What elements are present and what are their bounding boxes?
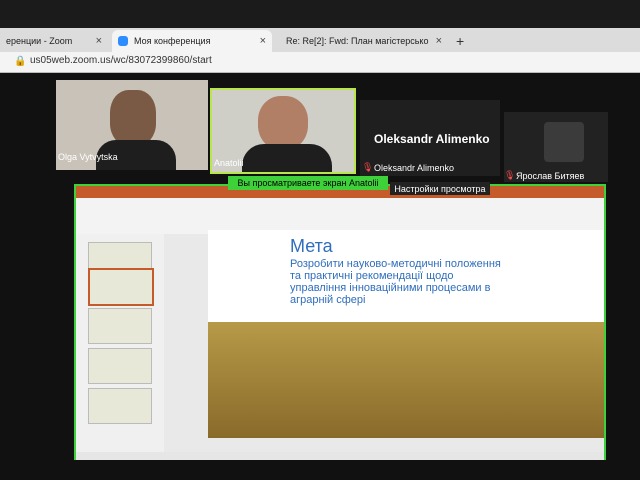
tab-conference[interactable]: Моя конференция × — [112, 30, 272, 52]
muted-mic-icon: 🎙 — [504, 170, 516, 180]
ppt-status-bar — [76, 452, 604, 460]
participant-tile[interactable]: 🎙 Ярослав Битяев — [504, 112, 608, 182]
participant-name: Anatolii — [214, 158, 244, 168]
participant-name: Ярослав Битяев — [516, 171, 585, 181]
participant-video — [258, 96, 308, 150]
slide-title: Мета — [290, 236, 333, 256]
view-settings-button[interactable]: Настройки просмотра — [390, 182, 490, 195]
slide-thumbnail[interactable] — [88, 348, 152, 384]
wheat-field-image — [208, 322, 604, 438]
participant-tile-active[interactable]: Anatolii — [210, 88, 356, 174]
muted-mic-icon: 🎙 — [362, 162, 374, 172]
tab-zoom[interactable]: еренции - Zoom × — [0, 30, 108, 52]
tab-label: еренции - Zoom — [6, 36, 73, 46]
tab-label: Моя конференция — [134, 36, 211, 46]
url-text[interactable]: us05web.zoom.us/wc/83072399860/start — [30, 55, 212, 66]
slide-body-text: Розробити науково-методичні положення та… — [290, 258, 501, 306]
participant-name: Olga Vytvytska — [58, 152, 118, 162]
close-icon[interactable]: × — [260, 35, 266, 47]
participant-display-name: Oleksandr Alimenko — [374, 132, 490, 146]
slide-thumbnail[interactable] — [88, 388, 152, 424]
participant-video — [242, 144, 332, 172]
zoom-icon — [118, 36, 128, 46]
slide-thumbnail[interactable] — [88, 308, 152, 344]
participant-video — [544, 122, 584, 162]
close-icon[interactable]: × — [436, 35, 442, 47]
close-icon[interactable]: × — [96, 35, 102, 47]
participant-tile[interactable]: Oleksandr Alimenko 🎙 Oleksandr Alimenko — [360, 100, 500, 176]
participant-video — [110, 90, 156, 146]
share-banner: Вы просматриваете экран Anatolii — [228, 176, 388, 190]
participant-name: Oleksandr Alimenko — [374, 163, 455, 173]
lock-icon: 🔒 — [14, 56, 27, 67]
new-tab-icon[interactable]: + — [456, 33, 464, 49]
participant-tile[interactable]: Olga Vytvytska — [56, 80, 208, 170]
slide-thumbnails-pane[interactable] — [76, 234, 165, 452]
tab-label: Re: Re[2]: Fwd: План магістерсько — [286, 36, 429, 46]
tab-mail[interactable]: Re: Re[2]: Fwd: План магістерсько × — [280, 30, 448, 52]
slide-thumbnail-selected[interactable] — [88, 268, 154, 306]
